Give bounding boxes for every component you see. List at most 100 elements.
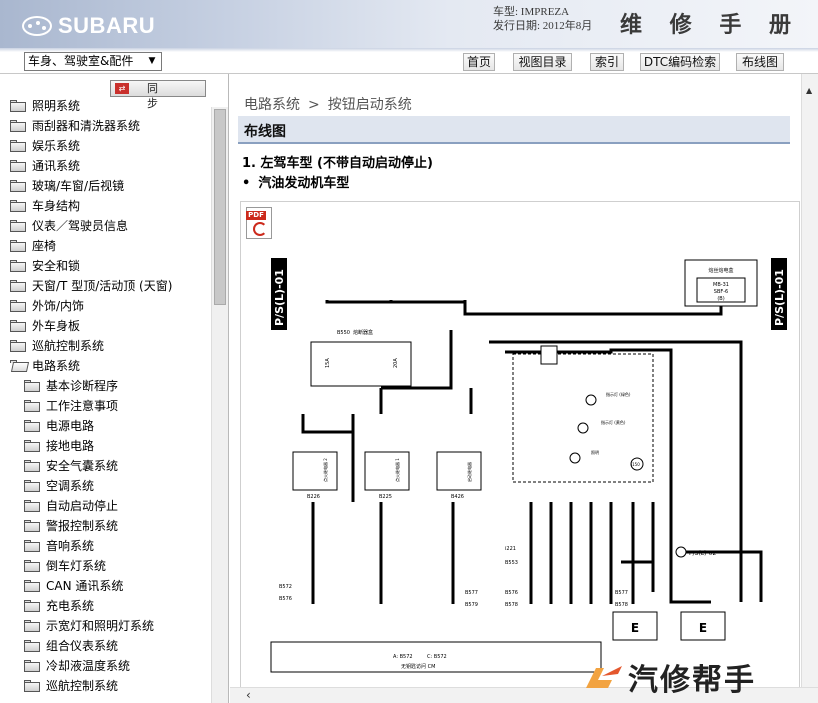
sidebar-item[interactable]: 外车身板 bbox=[0, 316, 212, 336]
sidebar-item[interactable]: 接地电路 bbox=[0, 436, 212, 456]
fuse-box-line: MB-31 bbox=[713, 282, 729, 288]
sidebar-item[interactable]: 雨刮器和清洗器系统 bbox=[0, 116, 212, 136]
sidebar-item[interactable]: 电源电路 bbox=[0, 416, 212, 436]
sidebar-item[interactable]: 音响系统 bbox=[0, 536, 212, 556]
sidebar-item[interactable]: 玻璃/车窗/后视镜 bbox=[0, 176, 212, 196]
sidebar-item[interactable]: 安全和锁 bbox=[0, 256, 212, 276]
sidebar-item[interactable]: 警报控制系统 bbox=[0, 516, 212, 536]
sidebar-item[interactable]: 工作注意事项 bbox=[0, 396, 212, 416]
watermark-icon bbox=[582, 662, 628, 692]
sidebar-scrollbar[interactable] bbox=[211, 107, 228, 703]
fuse-caption: 熔断器盒 bbox=[353, 329, 373, 336]
home-button[interactable]: 首页 bbox=[463, 53, 495, 71]
wiring-diagram[interactable]: PDF P/S(L)-01 P/S(L)-01 熔丝熔电盒 MB-31 SBF-… bbox=[240, 201, 800, 703]
sidebar-scroll-thumb[interactable] bbox=[214, 109, 226, 305]
indicator-label: 指示灯 (绿色) bbox=[606, 391, 631, 397]
sidebar-item[interactable]: 通讯系统 bbox=[0, 156, 212, 176]
category-select[interactable]: 车身、驾驶室&配件 ▼ bbox=[24, 52, 162, 71]
folder-icon bbox=[24, 580, 40, 592]
sidebar-item[interactable]: 外饰/内饰 bbox=[0, 296, 212, 316]
sidebar-item[interactable]: 座椅 bbox=[0, 236, 212, 256]
sidebar-item[interactable]: 冷却液温度系统 bbox=[0, 656, 212, 676]
ground-label: E bbox=[631, 621, 639, 635]
sidebar-item-label: 音响系统 bbox=[46, 539, 95, 553]
sidebar-item-label: 照明系统 bbox=[32, 99, 81, 113]
connector-ref: B553 bbox=[505, 560, 518, 566]
sidebar-item-label: 雨刮器和清洗器系统 bbox=[32, 119, 141, 133]
relay-ref: B226 bbox=[307, 494, 320, 500]
bullet: • bbox=[242, 176, 251, 191]
pleiades-star-icon bbox=[22, 16, 52, 36]
sidebar-item[interactable]: 安全气囊系统 bbox=[0, 456, 212, 476]
folder-icon bbox=[24, 540, 40, 552]
sidebar-item[interactable]: 电路系统 bbox=[0, 356, 212, 376]
cm-ref: A: B572 bbox=[393, 654, 413, 660]
sidebar-item-label: 电路系统 bbox=[32, 359, 81, 373]
sidebar-item[interactable]: 充电系统 bbox=[0, 596, 212, 616]
subtitle-engine: • 汽油发动机车型 bbox=[242, 172, 349, 191]
sidebar-item[interactable]: 倒车灯系统 bbox=[0, 556, 212, 576]
indicator-green-icon bbox=[585, 394, 597, 406]
sidebar-item[interactable]: 照明系统 bbox=[0, 96, 212, 116]
sidebar-item-label: 车身结构 bbox=[32, 199, 81, 213]
sidebar-item-label: 警报控制系统 bbox=[46, 519, 119, 533]
relay-caption: 启动继电器 bbox=[466, 462, 472, 482]
sidebar-item-label: 基本诊断程序 bbox=[46, 379, 119, 393]
connector-ref: B576 bbox=[505, 590, 518, 596]
wiring-diagram-button[interactable]: 布线图 bbox=[736, 53, 784, 71]
folder-icon bbox=[24, 560, 40, 572]
sidebar-item-label: 娱乐系统 bbox=[32, 139, 81, 153]
sidebar-item[interactable]: 空调系统 bbox=[0, 476, 212, 496]
folder-icon bbox=[24, 660, 40, 672]
chevron-down-icon[interactable]: ▼ bbox=[145, 55, 159, 68]
sidebar-item-label: 安全和锁 bbox=[32, 259, 81, 273]
folder-icon bbox=[10, 120, 26, 132]
sidebar-item-label: 电源电路 bbox=[46, 419, 95, 433]
folder-icon bbox=[24, 620, 40, 632]
brand-name: SUBARU bbox=[58, 13, 156, 38]
section-header: 布线图 bbox=[238, 116, 790, 144]
sidebar-item-label: 空调系统 bbox=[46, 479, 95, 493]
breadcrumb-current: 按钮启动系统 bbox=[327, 97, 412, 113]
index-button[interactable]: 索引 bbox=[590, 53, 624, 71]
sidebar-item[interactable]: 自动启动停止 bbox=[0, 496, 212, 516]
view-contents-button[interactable]: 视图目录 bbox=[513, 53, 572, 71]
fuse-ref: B550 bbox=[337, 330, 350, 336]
fuse-rating: 15A bbox=[325, 358, 331, 368]
sidebar-item[interactable]: 车身结构 bbox=[0, 196, 212, 216]
sidebar-item[interactable]: CAN 通讯系统 bbox=[0, 576, 212, 596]
sidebar-item-label: 充电系统 bbox=[46, 599, 95, 613]
sidebar-item[interactable]: 组合仪表系统 bbox=[0, 636, 212, 656]
content-scrollbar[interactable]: ▲ bbox=[801, 74, 818, 687]
sidebar-item[interactable]: 巡航控制系统 bbox=[0, 676, 212, 696]
sidebar-item[interactable]: 基本诊断程序 bbox=[0, 376, 212, 396]
scroll-left-icon[interactable]: ‹ bbox=[246, 688, 251, 702]
sidebar-item-label: 接地电路 bbox=[46, 439, 95, 453]
folder-icon bbox=[10, 340, 26, 352]
model-line: 车型: IMPREZA bbox=[493, 6, 570, 18]
dtc-search-button[interactable]: DTC编码检索 bbox=[640, 53, 720, 71]
folder-icon bbox=[10, 240, 26, 252]
main-content: 电路系统 > 按钮启动系统 布线图 1. 左驾车型 (不带自动启动停止) • 汽油发动… bbox=[230, 74, 818, 703]
breadcrumb-parent[interactable]: 电路系统 bbox=[244, 97, 300, 113]
sidebar-item-label: 冷却液温度系统 bbox=[46, 659, 131, 673]
app-header: SUBARU 车型: IMPREZA 发行日期: 2012年8月 维 修 手 册 bbox=[0, 0, 818, 48]
sidebar-item[interactable]: 天窗/T 型顶/活动顶 (天窗) bbox=[0, 276, 212, 296]
sidebar-item[interactable]: 巡航控制系统 bbox=[0, 336, 212, 356]
sync-button[interactable]: ⇄ 同 步 bbox=[110, 80, 206, 110]
watermark-text: 汽修帮手 bbox=[628, 663, 756, 698]
indicator-label: 指示灯 (黄色) bbox=[601, 419, 626, 425]
folder-icon bbox=[24, 500, 40, 512]
sidebar-item[interactable]: 仪表／驾驶员信息 bbox=[0, 216, 212, 236]
connector-ref: B577 bbox=[465, 590, 478, 596]
sidebar-tree-panel: ⇄ 同 步 照明系统雨刮器和清洗器系统 娱乐系统通讯系统 玻璃/车窗/后视镜车身结构… bbox=[0, 74, 229, 703]
breadcrumb: 电路系统 > 按钮启动系统 bbox=[244, 94, 412, 114]
sidebar-item-label: 座椅 bbox=[32, 239, 57, 253]
sidebar-item[interactable]: 娱乐系统 bbox=[0, 136, 212, 156]
scroll-up-icon[interactable]: ▲ bbox=[806, 86, 812, 95]
folder-icon bbox=[24, 640, 40, 652]
folder-icon bbox=[10, 280, 26, 292]
category-select-value: 车身、驾驶室&配件 bbox=[28, 54, 134, 68]
sidebar-item[interactable]: 示宽灯和照明灯系统 bbox=[0, 616, 212, 636]
illumination-icon bbox=[569, 452, 581, 464]
